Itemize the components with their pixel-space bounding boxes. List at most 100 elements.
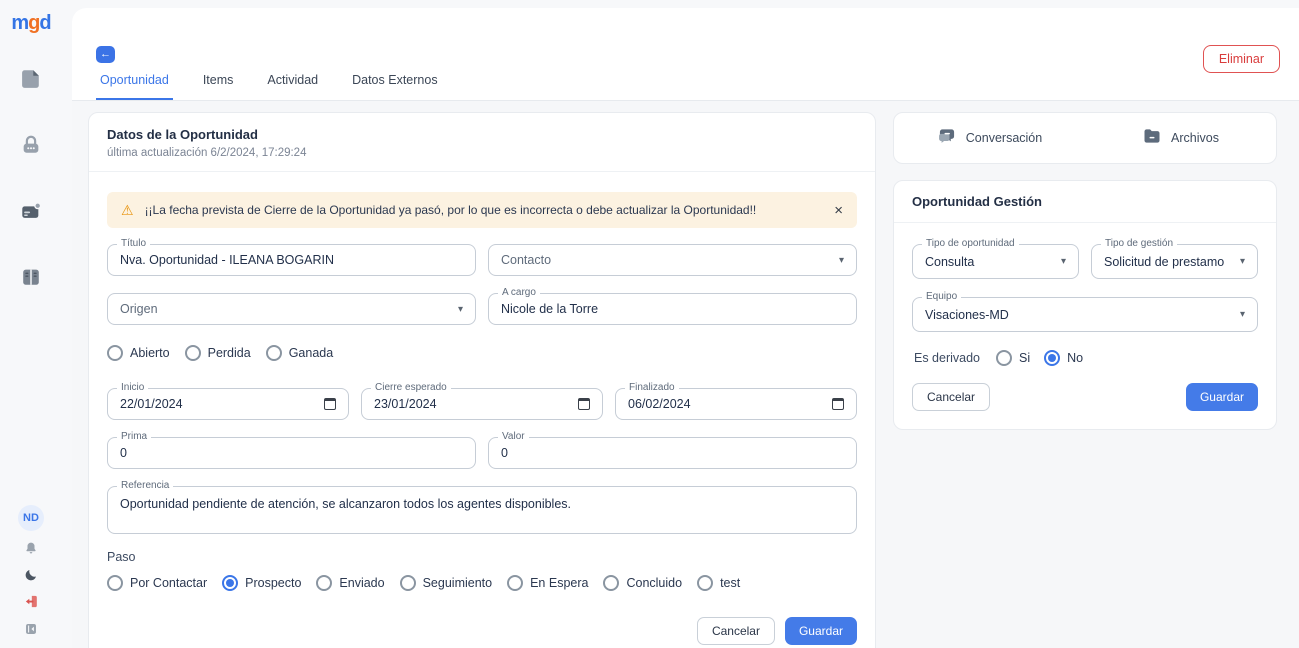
- folder-icon: [1142, 126, 1162, 151]
- paso-label: Paso: [107, 550, 857, 564]
- back-button[interactable]: ←: [96, 46, 115, 63]
- contacto-select[interactable]: Contacto ▾: [488, 244, 857, 276]
- titulo-value: Nva. Oportunidad - ILEANA BOGARIN: [120, 253, 463, 267]
- gestion-cancel-button[interactable]: Cancelar: [912, 383, 990, 411]
- radio-circle[interactable]: [603, 575, 619, 591]
- radio-circle[interactable]: [266, 345, 282, 361]
- radio-circle[interactable]: [107, 345, 123, 361]
- warning-icon: ⚠: [121, 203, 134, 217]
- radio-no[interactable]: No: [1044, 350, 1083, 366]
- close-warning-button[interactable]: ×: [834, 203, 843, 218]
- calendar-icon[interactable]: [324, 398, 336, 410]
- opportunity-card: Datos de la Oportunidad última actualiza…: [88, 112, 876, 648]
- logout-icon: [24, 594, 39, 614]
- dark-mode-button[interactable]: [22, 568, 40, 586]
- collapse-icon: [24, 622, 38, 641]
- sidebar-item-payments[interactable]: [19, 201, 43, 225]
- moon-icon: [24, 568, 38, 587]
- finalizado-date-field[interactable]: Finalizado 06/02/2024: [615, 388, 857, 420]
- a-cargo-value: Nicole de la Torre: [501, 302, 844, 316]
- a-cargo-label: A cargo: [498, 287, 540, 298]
- radio-circle[interactable]: [1044, 350, 1060, 366]
- radio-circle[interactable]: [697, 575, 713, 591]
- last-update-text: última actualización 6/2/2024, 17:29:24: [107, 147, 857, 159]
- sidebar-item-security[interactable]: [19, 135, 43, 159]
- card-title: Datos de la Oportunidad: [107, 127, 857, 142]
- logo-letter-d: d: [39, 12, 50, 34]
- logout-button[interactable]: [22, 595, 40, 613]
- radio-perdida[interactable]: Perdida: [185, 345, 251, 361]
- tab-oportunidad[interactable]: Oportunidad: [96, 73, 173, 100]
- es-derivado-radio-group: Es derivado Si No: [914, 350, 1258, 366]
- bell-icon: [24, 541, 38, 560]
- right-column: Conversación Archivos Oportunidad Gestió…: [893, 112, 1277, 430]
- save-button[interactable]: Guardar: [785, 617, 857, 645]
- prima-field[interactable]: Prima 0: [107, 437, 476, 469]
- tab-actividad[interactable]: Actividad: [263, 73, 322, 100]
- cancel-button[interactable]: Cancelar: [697, 617, 775, 645]
- warning-banner: ⚠ ¡¡La fecha prevista de Cierre de la Op…: [107, 192, 857, 228]
- radio-circle[interactable]: [185, 345, 201, 361]
- sidebar-item-documents[interactable]: [19, 69, 43, 93]
- inicio-date-field[interactable]: Inicio 22/01/2024: [107, 388, 349, 420]
- a-cargo-field[interactable]: A cargo Nicole de la Torre: [488, 293, 857, 325]
- radio-test[interactable]: test: [697, 575, 740, 591]
- radio-prospecto[interactable]: Prospecto: [222, 575, 301, 591]
- sidebar-item-catalog[interactable]: [19, 267, 43, 291]
- chevron-down-icon: ▾: [1240, 309, 1245, 320]
- status-radio-group: Abierto Perdida Ganada: [107, 345, 857, 361]
- conversacion-button[interactable]: Conversación: [894, 126, 1085, 151]
- delete-button[interactable]: Eliminar: [1203, 45, 1280, 73]
- chevron-down-icon: ▾: [1240, 256, 1245, 267]
- sidebar: mgd ND: [0, 0, 62, 648]
- radio-circle[interactable]: [996, 350, 1012, 366]
- referencia-field[interactable]: Referencia Oportunidad pendiente de aten…: [107, 486, 857, 534]
- radio-circle[interactable]: [316, 575, 332, 591]
- tab-items[interactable]: Items: [199, 73, 238, 100]
- titulo-field[interactable]: Título Nva. Oportunidad - ILEANA BOGARIN: [107, 244, 476, 276]
- gestion-title: Oportunidad Gestión: [912, 194, 1258, 209]
- titulo-label: Título: [117, 238, 150, 249]
- radio-abierto[interactable]: Abierto: [107, 345, 170, 361]
- chevron-down-icon: ▾: [1061, 256, 1066, 267]
- valor-field[interactable]: Valor 0: [488, 437, 857, 469]
- radio-concluido[interactable]: Concluido: [603, 575, 682, 591]
- origen-label: Origen: [120, 302, 458, 316]
- book-icon: [20, 266, 42, 293]
- actions-card: Conversación Archivos: [893, 112, 1277, 164]
- document-icon: [20, 68, 42, 95]
- card-icon: [20, 200, 42, 227]
- cierre-esperado-date-field[interactable]: Cierre esperado 23/01/2024: [361, 388, 603, 420]
- chat-icon: [937, 126, 957, 151]
- chevron-down-icon: ▾: [458, 304, 463, 315]
- radio-circle[interactable]: [400, 575, 416, 591]
- radio-circle[interactable]: [222, 575, 238, 591]
- content-area: Datos de la Oportunidad última actualiza…: [72, 101, 1299, 648]
- radio-por-contactar[interactable]: Por Contactar: [107, 575, 207, 591]
- radio-en-espera[interactable]: En Espera: [507, 575, 588, 591]
- radio-si[interactable]: Si: [996, 350, 1030, 366]
- origen-select[interactable]: Origen ▾: [107, 293, 476, 325]
- app-logo[interactable]: mgd: [11, 12, 50, 35]
- warning-text: ¡¡La fecha prevista de Cierre de la Opor…: [145, 203, 835, 217]
- radio-enviado[interactable]: Enviado: [316, 575, 384, 591]
- tipo-oportunidad-select[interactable]: Tipo de oportunidad Consulta ▾: [912, 244, 1079, 279]
- radio-ganada[interactable]: Ganada: [266, 345, 333, 361]
- calendar-icon[interactable]: [832, 398, 844, 410]
- tab-datos-externos[interactable]: Datos Externos: [348, 73, 441, 100]
- gestion-save-button[interactable]: Guardar: [1186, 383, 1258, 411]
- chevron-down-icon: ▾: [839, 255, 844, 266]
- equipo-select[interactable]: Equipo Visaciones-MD ▾: [912, 297, 1258, 332]
- archivos-button[interactable]: Archivos: [1085, 126, 1276, 151]
- radio-seguimiento[interactable]: Seguimiento: [400, 575, 493, 591]
- tab-bar: Oportunidad Items Actividad Datos Extern…: [96, 73, 442, 100]
- avatar[interactable]: ND: [18, 505, 44, 531]
- es-derivado-label: Es derivado: [914, 351, 980, 365]
- collapse-sidebar-button[interactable]: [22, 622, 40, 640]
- radio-circle[interactable]: [107, 575, 123, 591]
- tipo-gestion-select[interactable]: Tipo de gestión Solicitud de prestamo ▾: [1091, 244, 1258, 279]
- lock-icon: [20, 134, 42, 161]
- calendar-icon[interactable]: [578, 398, 590, 410]
- notifications-button[interactable]: [22, 541, 40, 559]
- radio-circle[interactable]: [507, 575, 523, 591]
